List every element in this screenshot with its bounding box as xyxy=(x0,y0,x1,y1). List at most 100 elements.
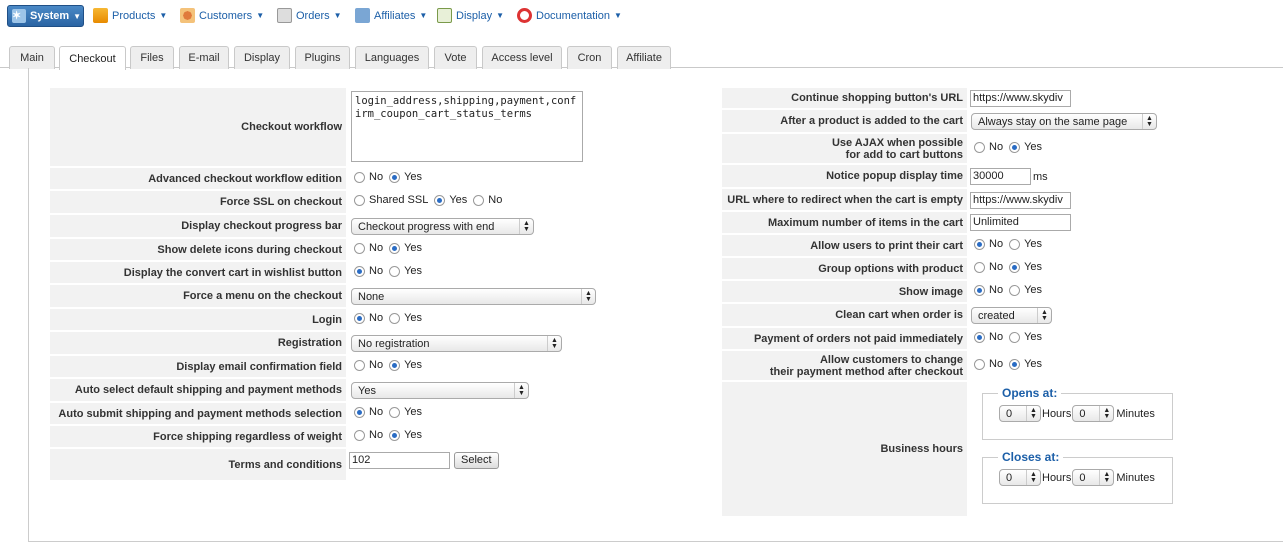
print-cart-no-radio[interactable] xyxy=(974,238,985,250)
select-arrows-icon: ▲ ▼ xyxy=(1026,470,1040,485)
auto-submit-yes-radio[interactable] xyxy=(389,406,401,418)
clean-cart-label: Clean cart when order is xyxy=(722,304,967,327)
convert-cart-no-radio[interactable] xyxy=(354,265,365,277)
force-shipping-label: Force shipping regardless of weight xyxy=(50,426,346,448)
affiliates-icon xyxy=(355,8,370,23)
change-payment-no-radio[interactable] xyxy=(974,358,985,370)
group-options-yes-radio[interactable] xyxy=(1009,261,1021,273)
opens-at-legend: Opens at: xyxy=(998,386,1062,400)
chevron-down-icon: ▼ xyxy=(256,11,265,20)
delete-icons-yes-radio[interactable] xyxy=(389,242,401,254)
closes-hours-select[interactable]: 0 ▲ ▼ xyxy=(999,469,1041,486)
advanced-yes-radio[interactable] xyxy=(389,171,401,183)
ajax-no-radio[interactable] xyxy=(974,141,985,153)
print-cart-label: Allow users to print their cart xyxy=(722,235,967,257)
select-arrows-icon: ▲ ▼ xyxy=(1142,114,1156,129)
progress-bar-label: Display checkout progress bar xyxy=(50,215,346,238)
registration-select[interactable]: No registration ▲ ▼ xyxy=(351,335,562,352)
show-image-yes-radio[interactable] xyxy=(1009,284,1021,296)
payment-not-paid-yes-radio[interactable] xyxy=(1009,331,1021,343)
registration-label: Registration xyxy=(50,332,346,355)
advanced-edition-label: Advanced checkout workflow edition xyxy=(50,168,346,190)
advanced-no-radio[interactable] xyxy=(354,171,365,183)
tab-affiliate[interactable]: Affiliate xyxy=(617,46,671,69)
auto-select-select[interactable]: Yes ▲ ▼ xyxy=(351,382,529,399)
group-options-label: Group options with product xyxy=(722,258,967,280)
menu-customers[interactable]: Customers ▼ xyxy=(180,5,264,26)
max-items-label: Maximum number of items in the cart xyxy=(722,212,967,234)
group-options-no-radio[interactable] xyxy=(974,261,985,273)
max-items-input[interactable]: Unlimited xyxy=(970,214,1071,231)
force-ssl-label: Force SSL on checkout xyxy=(50,191,346,214)
login-no-radio[interactable] xyxy=(354,312,365,324)
after-add-label: After a product is added to the cart xyxy=(722,110,967,133)
chevron-down-icon: ▼ xyxy=(496,11,504,20)
tab-display[interactable]: Display xyxy=(234,46,290,69)
progress-bar-select[interactable]: Checkout progress with end ▲ ▼ xyxy=(351,218,534,235)
tab-main[interactable]: Main xyxy=(9,46,55,69)
force-shipping-yes-radio[interactable] xyxy=(389,429,401,441)
terms-input[interactable]: 102 xyxy=(349,452,450,469)
popup-time-label: Notice popup display time xyxy=(722,165,967,188)
opens-minutes-select[interactable]: 0 ▲ ▼ xyxy=(1072,405,1115,422)
tab-cron[interactable]: Cron xyxy=(567,46,612,69)
menu-system[interactable]: ✶ System ▼ xyxy=(7,5,84,27)
select-arrows-icon: ▲ ▼ xyxy=(547,336,561,351)
chevron-down-icon: ▼ xyxy=(614,11,622,20)
select-arrows-icon: ▲ ▼ xyxy=(581,289,595,304)
ssl-shared-radio[interactable] xyxy=(354,194,365,206)
login-label: Login xyxy=(50,309,346,331)
select-arrows-icon: ▲ ▼ xyxy=(1099,470,1113,485)
display-icon xyxy=(437,8,452,23)
chevron-down-icon: ▼ xyxy=(73,11,82,21)
after-add-select[interactable]: Always stay on the same page ▲ ▼ xyxy=(971,113,1157,130)
show-image-no-radio[interactable] xyxy=(974,284,985,296)
continue-url-label: Continue shopping button's URL xyxy=(722,88,967,109)
email-confirm-yes-radio[interactable] xyxy=(389,359,401,371)
business-hours-label: Business hours xyxy=(722,382,967,517)
terms-select-button[interactable]: Select xyxy=(454,452,499,469)
email-confirm-no-radio[interactable] xyxy=(354,359,365,371)
tab-vote[interactable]: Vote xyxy=(434,46,477,69)
ajax-yes-radio[interactable] xyxy=(1009,141,1021,153)
delete-icons-no-radio[interactable] xyxy=(354,242,365,254)
redirect-url-input[interactable]: https://www.skydiv xyxy=(970,192,1071,209)
ssl-no-radio[interactable] xyxy=(473,194,485,206)
orders-icon xyxy=(277,8,292,23)
auto-submit-no-radio[interactable] xyxy=(354,406,365,418)
email-confirm-label: Display email confirmation field xyxy=(50,356,346,378)
select-arrows-icon: ▲ ▼ xyxy=(514,383,528,398)
tab-checkout[interactable]: Checkout xyxy=(59,46,126,70)
closes-minutes-select[interactable]: 0 ▲ ▼ xyxy=(1072,469,1115,486)
tab-email[interactable]: E-mail xyxy=(179,46,229,69)
payment-not-paid-no-radio[interactable] xyxy=(974,331,985,343)
menu-products[interactable]: Products ▼ xyxy=(93,5,167,26)
force-shipping-no-radio[interactable] xyxy=(354,429,365,441)
tab-languages[interactable]: Languages xyxy=(355,46,429,69)
checkout-workflow-textarea[interactable]: login_address,shipping,payment,confirm_c… xyxy=(351,91,583,162)
terms-label: Terms and conditions xyxy=(50,449,346,481)
print-cart-yes-radio[interactable] xyxy=(1009,238,1021,250)
change-payment-yes-radio[interactable] xyxy=(1009,358,1021,370)
top-menu-bar: ✶ System ▼ Products ▼ Customers ▼ Orders ▼ A… xyxy=(0,0,1283,32)
opens-hours-select[interactable]: 0 ▲ ▼ xyxy=(999,405,1041,422)
tab-access-level[interactable]: Access level xyxy=(482,46,562,69)
chevron-down-icon: ▼ xyxy=(159,11,168,20)
menu-documentation[interactable]: Documentation ▼ xyxy=(517,5,622,26)
login-yes-radio[interactable] xyxy=(389,312,401,324)
system-icon: ✶ xyxy=(12,9,26,23)
continue-url-input[interactable]: https://www.skydiv xyxy=(970,90,1071,107)
ssl-yes-radio[interactable] xyxy=(434,194,446,206)
popup-time-input[interactable]: 30000 xyxy=(970,168,1031,185)
clean-cart-select[interactable]: created ▲ ▼ xyxy=(971,307,1052,324)
chevron-down-icon: ▼ xyxy=(419,11,428,20)
tab-files[interactable]: Files xyxy=(130,46,174,69)
convert-cart-yes-radio[interactable] xyxy=(389,265,401,277)
select-arrows-icon: ▲ ▼ xyxy=(1026,406,1040,421)
force-menu-select[interactable]: None ▲ ▼ xyxy=(351,288,596,305)
customers-icon xyxy=(180,8,195,23)
tab-plugins[interactable]: Plugins xyxy=(295,46,350,69)
menu-affiliates[interactable]: Affiliates ▼ xyxy=(355,5,427,26)
menu-orders[interactable]: Orders ▼ xyxy=(277,5,342,26)
menu-display[interactable]: Display ▼ xyxy=(437,5,504,26)
